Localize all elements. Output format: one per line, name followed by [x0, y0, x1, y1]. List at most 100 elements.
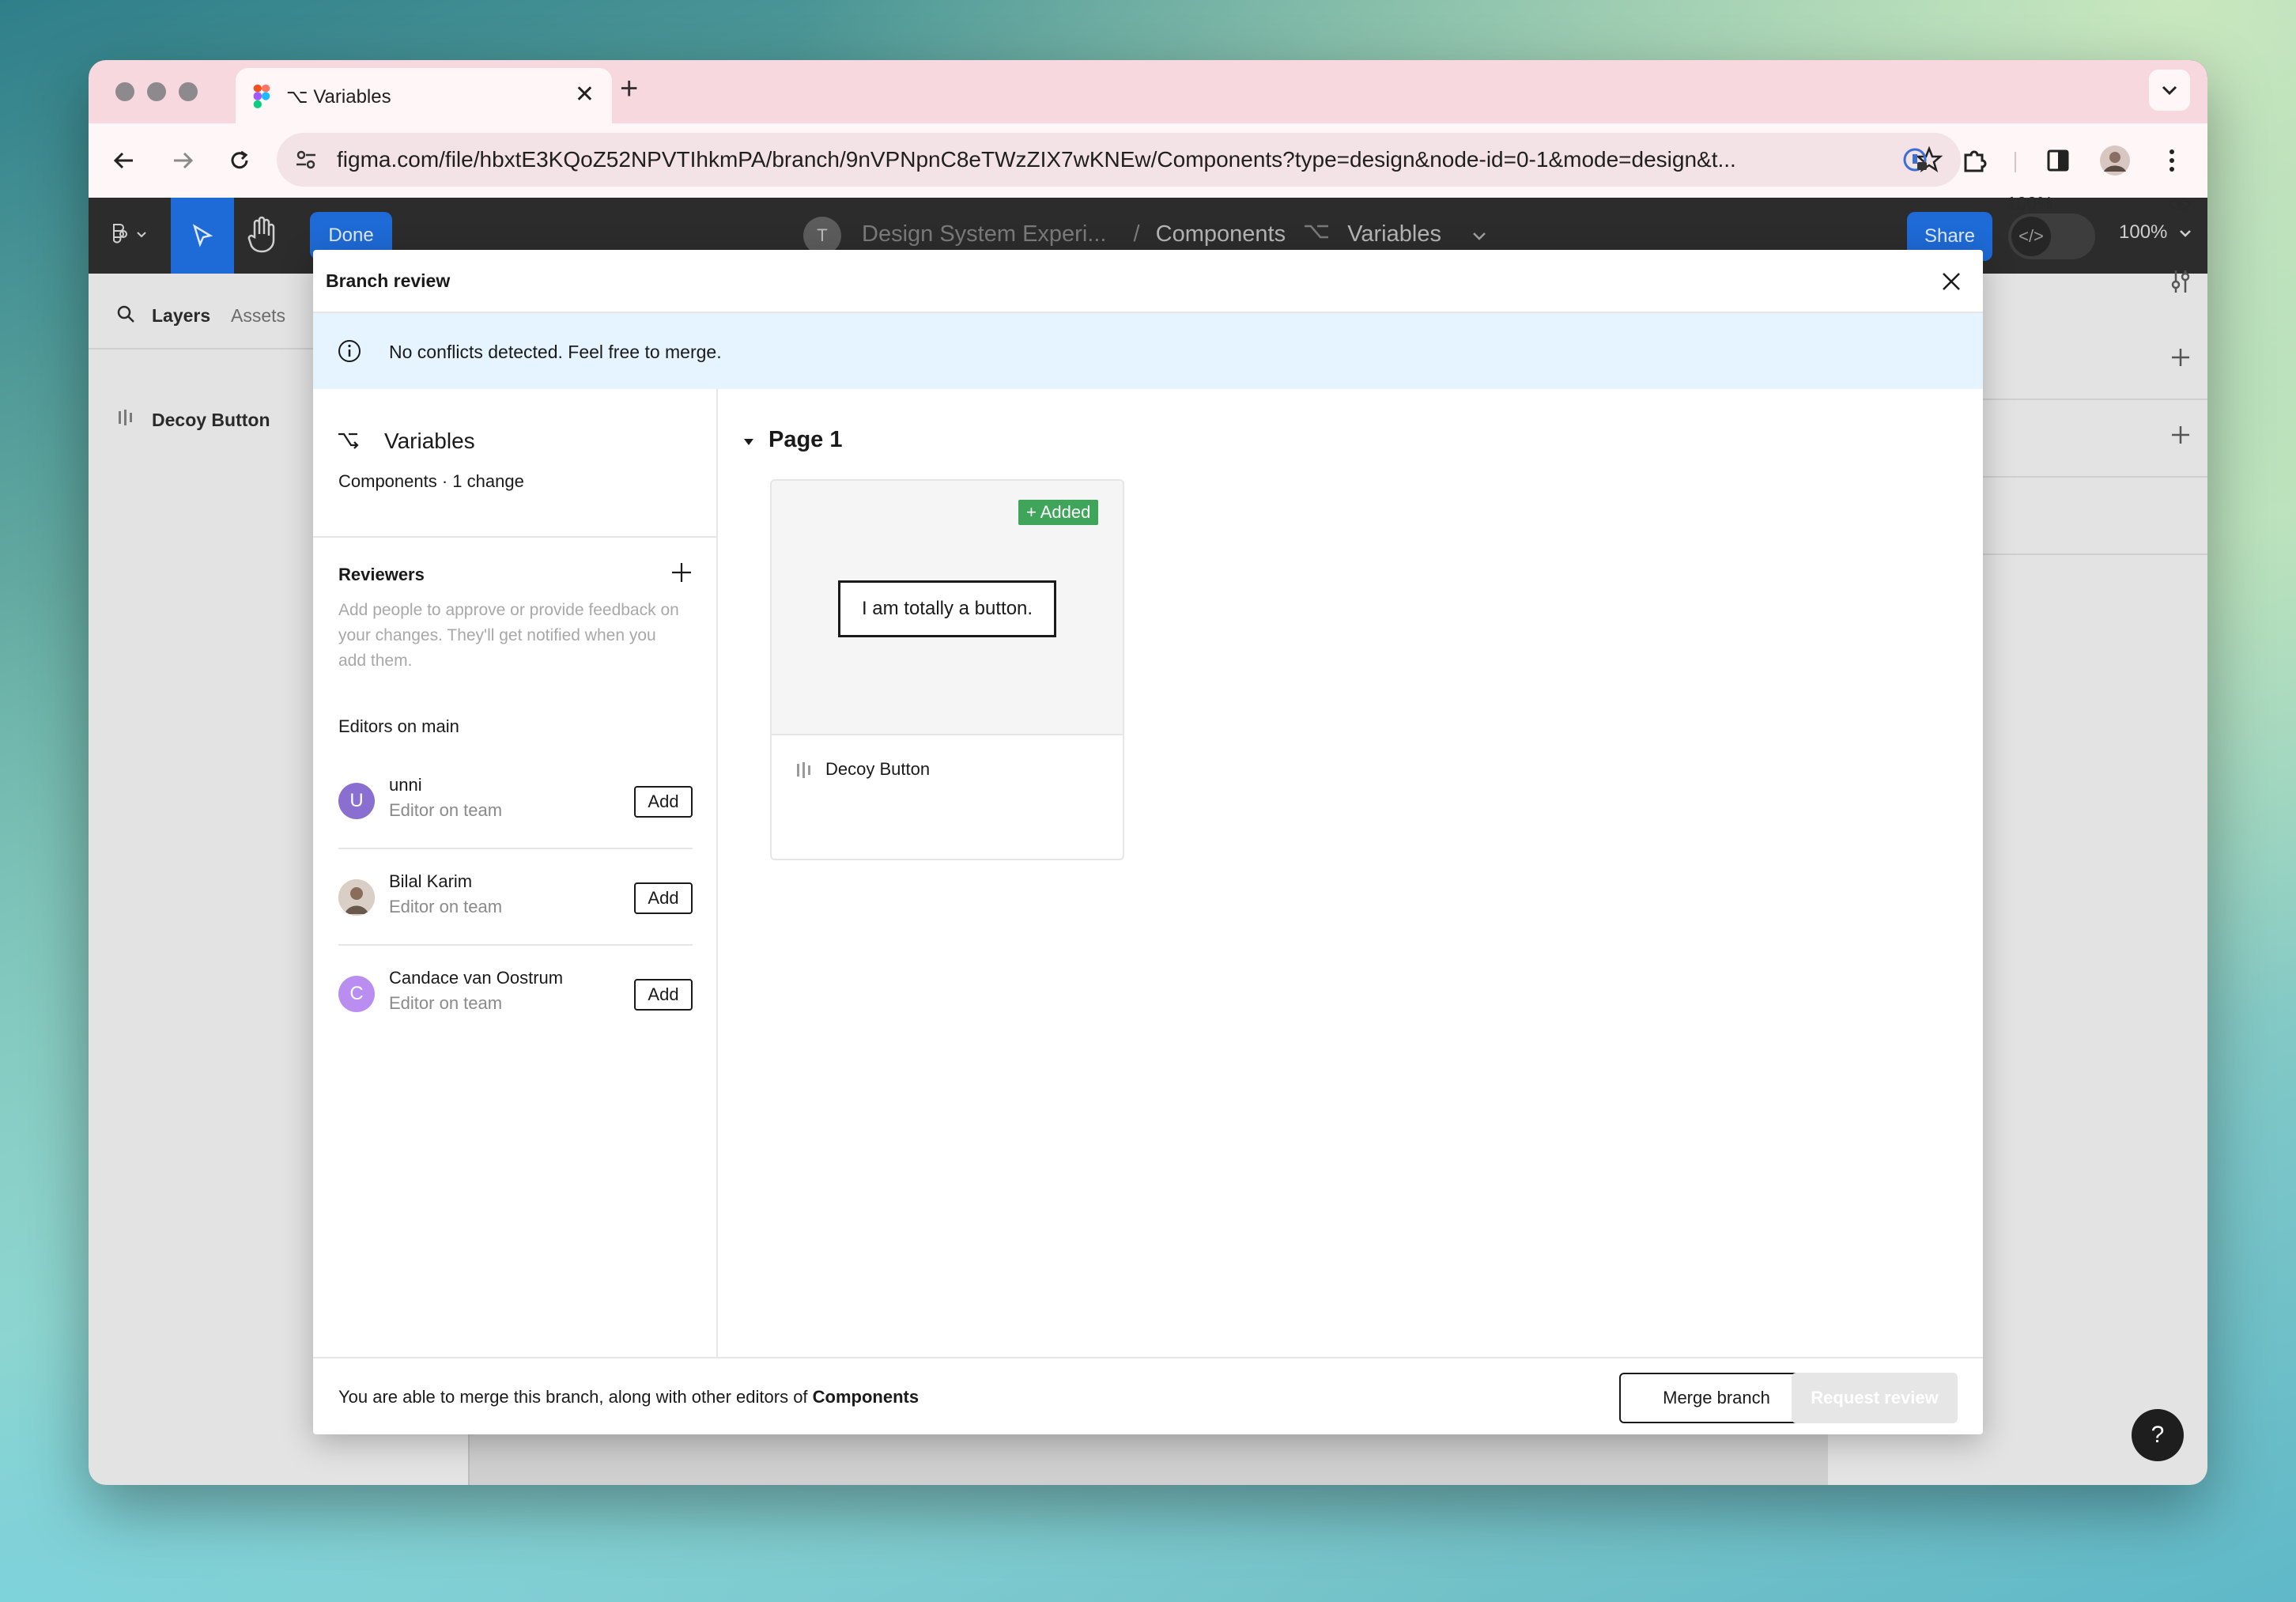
reload-icon	[231, 150, 248, 169]
close-modal-button[interactable]	[1937, 267, 1966, 296]
move-tool-button[interactable]	[171, 198, 234, 274]
merge-permission-text: You are able to merge this branch, along…	[338, 1387, 920, 1407]
avatar: U	[338, 783, 375, 819]
info-icon	[338, 340, 361, 362]
zoom-level: 100%	[2119, 221, 2168, 243]
password-manager-icon	[1903, 148, 1927, 172]
file-owner-avatar[interactable]: T	[803, 217, 841, 255]
avatar	[338, 879, 375, 916]
branch-name: Variables	[384, 429, 475, 453]
section-divider	[313, 536, 716, 538]
editors-heading: Editors on main	[338, 716, 459, 736]
plus-icon[interactable]	[2169, 346, 2192, 368]
file-name: Design System Experi...	[862, 221, 1107, 247]
reload-button[interactable]	[220, 141, 259, 180]
editor-name: Bilal Karim	[389, 871, 473, 891]
hand-tool-button[interactable]	[245, 215, 280, 259]
back-button[interactable]	[104, 141, 144, 180]
editor-name: unni	[389, 775, 422, 795]
modal-header: Branch review	[313, 250, 1983, 313]
add-editor-button[interactable]: Add	[634, 786, 693, 818]
browser-tab[interactable]: ⌥ Variables ✕	[236, 68, 612, 123]
branch-name: Variables	[1347, 221, 1441, 247]
dev-mode-toggle[interactable]: </>	[2008, 213, 2095, 259]
site-settings-icon	[296, 150, 315, 169]
request-review-button[interactable]: Request review	[1792, 1373, 1958, 1423]
caret-down-icon[interactable]	[742, 436, 756, 448]
tab-title: ⌥ Variables	[286, 86, 391, 108]
forward-button[interactable]	[163, 141, 202, 180]
url-text: figma.com/file/hbxtE3KQoZ52NPVTIhkmPA/br…	[337, 147, 1736, 172]
arrow-left-icon	[113, 152, 133, 169]
user-photo-icon	[338, 879, 375, 916]
branch-icon	[1303, 221, 1330, 248]
add-editor-button[interactable]: Add	[634, 979, 693, 1011]
close-window-button[interactable]	[115, 82, 134, 101]
extensions-button[interactable]	[1954, 141, 1994, 180]
add-reviewer-icon[interactable]	[669, 560, 694, 585]
eye-icon[interactable]	[2168, 196, 2192, 212]
page-title[interactable]: Page 1	[768, 427, 843, 453]
puzzle-icon	[1964, 150, 1987, 172]
more-vertical-icon	[2169, 149, 2174, 172]
toolbar-separator	[2015, 152, 2016, 172]
banner-text: No conflicts detected. Feel free to merg…	[389, 342, 722, 362]
profile-avatar-icon	[2100, 145, 2130, 176]
side-panel-icon	[2047, 149, 2069, 172]
zoom-menu[interactable]: 100%	[2119, 221, 2192, 244]
file-breadcrumb[interactable]: Design System Experi... / Components Var…	[862, 221, 1487, 248]
password-extension-button[interactable]	[1896, 141, 1935, 180]
browser-menu-button[interactable]	[2152, 141, 2192, 180]
component-instance-icon	[119, 410, 132, 425]
component-preview: + Added I am totally a button.	[772, 481, 1123, 735]
added-badge: + Added	[1018, 500, 1099, 525]
project-name: Components	[1155, 221, 1286, 247]
tab-layers[interactable]: Layers	[152, 305, 210, 327]
branch-review-modal: Branch review No conflicts detected. Fee…	[313, 250, 1983, 1434]
tab-assets[interactable]: Assets	[231, 305, 285, 327]
browser-toolbar: figma.com/file/hbxtE3KQoZ52NPVTIhkmPA/br…	[89, 123, 2207, 198]
arrow-right-icon	[174, 152, 194, 169]
code-icon: </>	[2011, 217, 2051, 256]
opacity-value[interactable]: 100%	[2007, 193, 2053, 214]
figma-favicon-icon	[253, 85, 270, 108]
modal-title: Branch review	[326, 270, 451, 291]
editor-name: Candace van Oostrum	[389, 968, 564, 988]
add-editor-button[interactable]: Add	[634, 882, 693, 914]
breadcrumb-separator: /	[1133, 221, 1140, 247]
merge-branch-button[interactable]: Merge branch	[1619, 1373, 1814, 1423]
chevron-down-icon	[2180, 230, 2191, 237]
figma-main-menu[interactable]	[109, 221, 150, 254]
component-instance-icon	[797, 762, 810, 778]
tab-bar: ⌥ Variables ✕ +	[89, 60, 2207, 123]
hand-icon	[247, 216, 275, 253]
plus-icon[interactable]	[2169, 424, 2192, 446]
editor-role: Editor on team	[389, 993, 503, 1013]
new-tab-button[interactable]: +	[620, 71, 638, 107]
figma-logo-icon	[113, 224, 146, 244]
decoy-button-preview: I am totally a button.	[838, 580, 1056, 637]
tab-close-icon[interactable]: ✕	[575, 81, 595, 108]
component-name: Decoy Button	[825, 759, 931, 779]
layer-item[interactable]: Decoy Button	[152, 410, 270, 431]
avatar: C	[338, 976, 375, 1012]
maximize-window-button[interactable]	[179, 82, 198, 101]
change-card[interactable]: + Added I am totally a button. Decoy But…	[770, 479, 1124, 860]
minimize-window-button[interactable]	[147, 82, 166, 101]
reviewers-help-text: Add people to approve or provide feedbac…	[338, 601, 679, 670]
profile-button[interactable]	[2095, 141, 2135, 180]
tab-search-button[interactable]	[2149, 70, 2190, 111]
chevron-down-icon	[2162, 85, 2177, 96]
side-panel-button[interactable]	[2038, 141, 2078, 180]
changes-panel: Page 1 + Added I am totally a button. De…	[718, 389, 1983, 1357]
address-bar[interactable]: figma.com/file/hbxtE3KQoZ52NPVTIhkmPA/br…	[277, 133, 1961, 187]
sliders-icon[interactable]	[2169, 269, 2192, 294]
editor-role: Editor on team	[389, 897, 503, 916]
review-sidebar: Variables Components · 1 change Reviewer…	[313, 389, 718, 1357]
no-conflicts-banner: No conflicts detected. Feel free to merg…	[313, 313, 1983, 389]
branch-meta: Components · 1 change	[338, 471, 524, 491]
search-icon[interactable]	[115, 304, 136, 324]
help-button[interactable]: ?	[2132, 1409, 2184, 1461]
editor-row: C Candace van Oostrum Editor on team Add	[338, 946, 693, 1042]
close-icon	[1943, 273, 1960, 290]
